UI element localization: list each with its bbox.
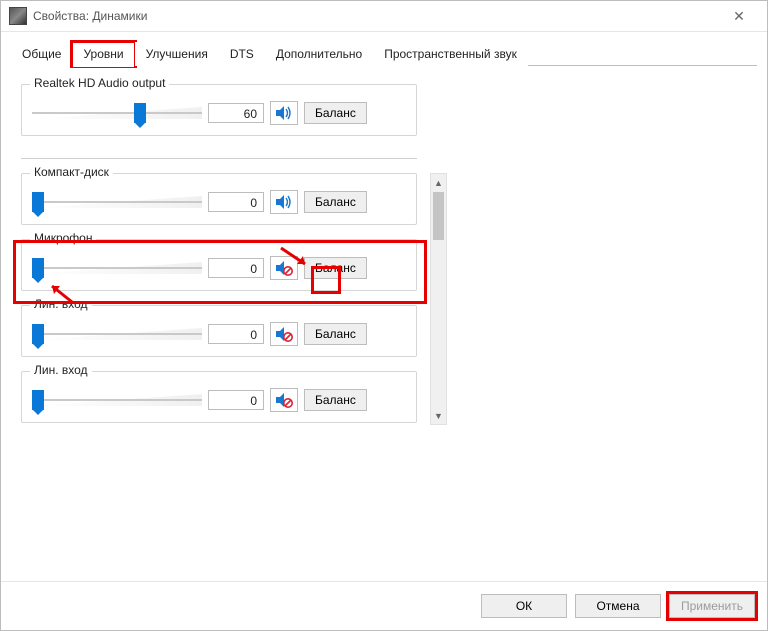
- group-label: Лин. вход: [30, 363, 92, 377]
- group-label: Микрофон: [30, 231, 96, 245]
- balance-button[interactable]: Баланс: [304, 389, 367, 411]
- volume-value[interactable]: 0: [208, 192, 264, 212]
- volume-value[interactable]: 0: [208, 324, 264, 344]
- app-icon: [9, 7, 27, 25]
- apply-button[interactable]: Применить: [669, 594, 755, 618]
- volume-slider[interactable]: [32, 322, 202, 346]
- volume-value[interactable]: 0: [208, 258, 264, 278]
- group-input: Микрофон0Баланс: [21, 239, 417, 291]
- tab-label: Улучшения: [146, 47, 208, 61]
- tab-advanced[interactable]: Дополнительно: [265, 42, 373, 66]
- group-label: Компакт-диск: [30, 165, 113, 179]
- speaker-muted-icon: [275, 392, 293, 408]
- mute-toggle[interactable]: [270, 190, 298, 214]
- scroll-down-icon[interactable]: ▼: [431, 407, 446, 424]
- titlebar: Свойства: Динамики ✕: [1, 1, 767, 32]
- group-input: Лин. вход0Баланс: [21, 371, 417, 423]
- tab-label: DTS: [230, 47, 254, 61]
- speaker-muted-icon: [275, 260, 293, 276]
- balance-button[interactable]: Баланс: [304, 102, 367, 124]
- tab-label: Общие: [22, 47, 61, 61]
- inputs-scroll-area: Компакт-диск0БалансМикрофон0БалансЛин. в…: [15, 173, 447, 423]
- dialog-footer: ОК Отмена Применить: [1, 581, 767, 630]
- close-icon[interactable]: ✕: [719, 1, 759, 31]
- ok-button[interactable]: ОК: [481, 594, 567, 618]
- button-label: Баланс: [315, 393, 356, 407]
- scroll-up-icon[interactable]: ▲: [431, 174, 446, 191]
- group-input: Лин. вход0Баланс: [21, 305, 417, 357]
- button-label: Применить: [681, 599, 743, 613]
- volume-value[interactable]: 0: [208, 390, 264, 410]
- tab-spatial[interactable]: Пространственный звук: [373, 42, 528, 66]
- mute-toggle[interactable]: [270, 322, 298, 346]
- group-input: Компакт-диск0Баланс: [21, 173, 417, 225]
- button-label: Баланс: [315, 327, 356, 341]
- tab-bar: Общие Уровни Улучшения DTS Дополнительно…: [1, 32, 767, 66]
- tab-panel-levels: Realtek HD Audio output 60 Баланс: [1, 66, 767, 581]
- button-label: Баланс: [315, 106, 356, 120]
- volume-slider[interactable]: [32, 190, 202, 214]
- group-main-output: Realtek HD Audio output 60 Баланс: [21, 84, 417, 136]
- volume-slider[interactable]: [32, 388, 202, 412]
- speaker-icon: [275, 194, 293, 210]
- window-title: Свойства: Динамики: [33, 9, 719, 23]
- properties-window: Свойства: Динамики ✕ Общие Уровни Улучше…: [0, 0, 768, 631]
- volume-slider[interactable]: [32, 256, 202, 280]
- speaker-icon: [275, 105, 293, 121]
- tab-dts[interactable]: DTS: [219, 42, 265, 66]
- button-label: Баланс: [315, 195, 356, 209]
- balance-button[interactable]: Баланс: [304, 323, 367, 345]
- volume-slider[interactable]: [32, 101, 202, 125]
- speaker-muted-icon: [275, 326, 293, 342]
- button-label: ОК: [516, 599, 532, 613]
- tab-levels[interactable]: Уровни: [72, 42, 134, 66]
- tab-label: Уровни: [83, 47, 123, 61]
- tab-label: Пространственный звук: [384, 47, 517, 61]
- volume-value[interactable]: 60: [208, 103, 264, 123]
- mute-toggle[interactable]: [270, 101, 298, 125]
- group-label: Лин. вход: [30, 297, 92, 311]
- balance-button[interactable]: Баланс: [304, 257, 367, 279]
- tab-label: Дополнительно: [276, 47, 362, 61]
- scroll-thumb[interactable]: [433, 192, 444, 240]
- tab-enhancements[interactable]: Улучшения: [135, 42, 219, 66]
- tab-general[interactable]: Общие: [11, 42, 72, 66]
- mute-toggle[interactable]: [270, 388, 298, 412]
- cancel-button[interactable]: Отмена: [575, 594, 661, 618]
- separator: [21, 158, 417, 159]
- mute-toggle[interactable]: [270, 256, 298, 280]
- button-label: Отмена: [596, 599, 639, 613]
- balance-button[interactable]: Баланс: [304, 191, 367, 213]
- group-label: Realtek HD Audio output: [30, 76, 169, 90]
- button-label: Баланс: [315, 261, 356, 275]
- scrollbar[interactable]: ▲ ▼: [430, 173, 447, 425]
